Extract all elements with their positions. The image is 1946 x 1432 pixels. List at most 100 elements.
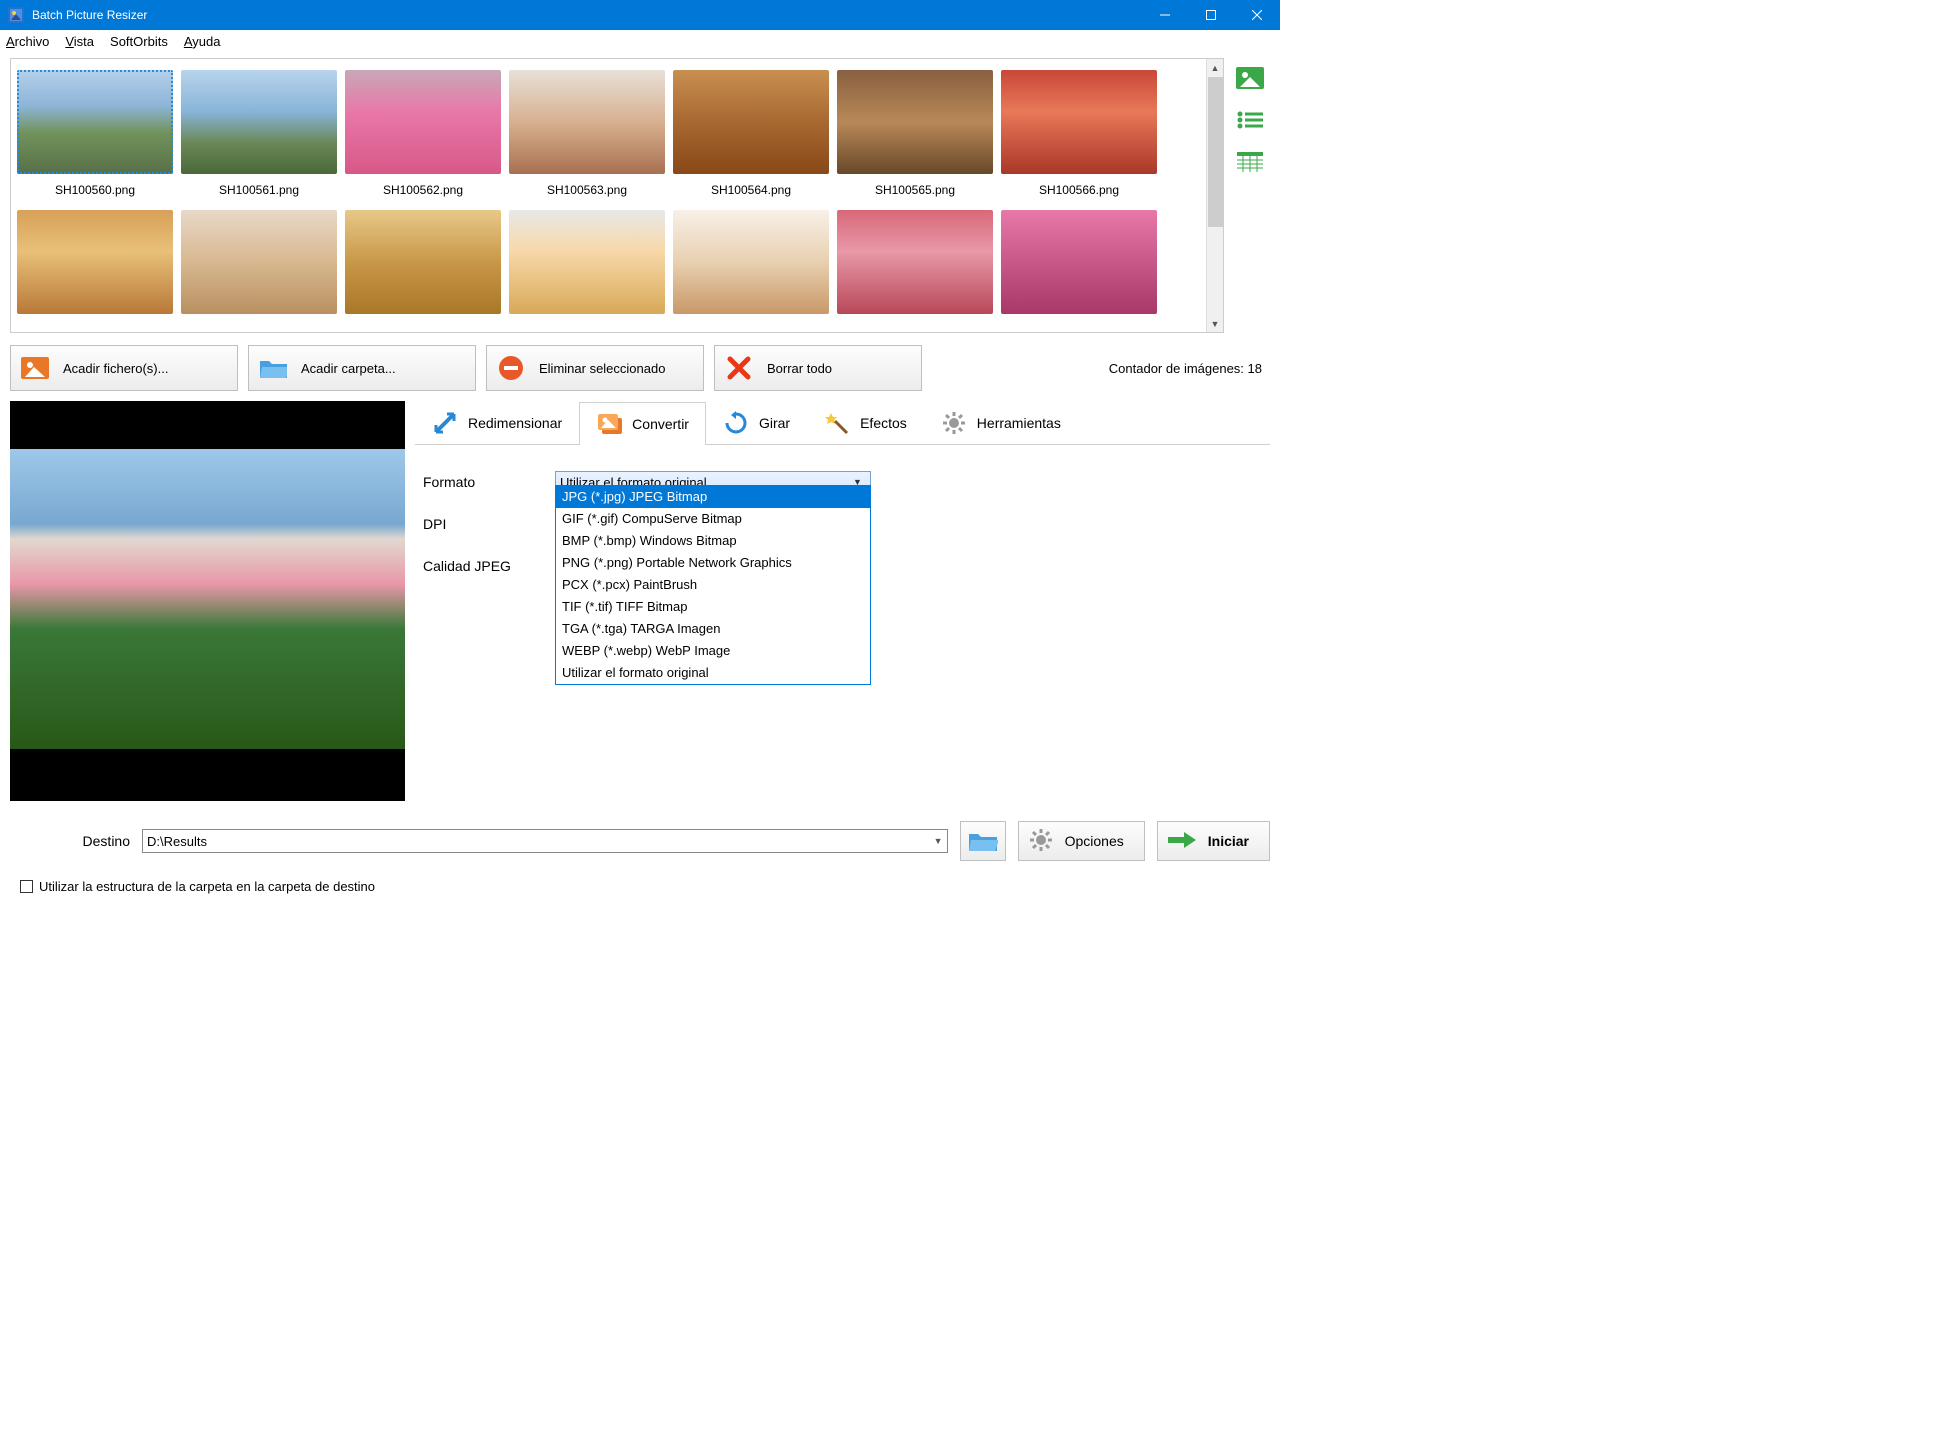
thumbnail-label: SH100565.png bbox=[875, 181, 955, 203]
convert-form: Formato Utilizar el formato original ▼ D… bbox=[415, 445, 1270, 587]
add-files-icon bbox=[21, 354, 49, 382]
thumbnail-image bbox=[837, 210, 993, 314]
menu-help[interactable]: Ayuda bbox=[184, 34, 221, 49]
thumbnail-item[interactable] bbox=[343, 203, 503, 321]
rotate-icon bbox=[723, 410, 749, 436]
tab-resize-label: Redimensionar bbox=[468, 415, 562, 431]
format-option[interactable]: TIF (*.tif) TIFF Bitmap bbox=[556, 596, 870, 618]
add-folder-label: Acadir carpeta... bbox=[301, 361, 396, 376]
use-folder-structure-checkbox[interactable] bbox=[20, 880, 33, 893]
thumbnail-panel: SH100560.png SH100561.png SH100562.png SH10… bbox=[10, 58, 1224, 333]
format-option[interactable]: BMP (*.bmp) Windows Bitmap bbox=[556, 530, 870, 552]
maximize-button[interactable] bbox=[1188, 0, 1234, 30]
thumbnail-item[interactable]: SH100561.png bbox=[179, 63, 339, 203]
tabs-panel: Redimensionar Convertir Girar Efectos He… bbox=[415, 401, 1270, 801]
add-files-label: Acadir fichero(s)... bbox=[63, 361, 168, 376]
thumbnail-item[interactable]: SH100566.png bbox=[999, 63, 1159, 203]
options-button[interactable]: Opciones bbox=[1018, 821, 1145, 861]
thumbnail-item[interactable] bbox=[999, 203, 1159, 321]
thumbnail-item[interactable] bbox=[507, 203, 667, 321]
tab-convert[interactable]: Convertir bbox=[579, 402, 706, 445]
clear-all-button[interactable]: Borrar todo bbox=[714, 345, 922, 391]
jpeg-quality-label: Calidad JPEG bbox=[423, 558, 555, 574]
scroll-up-arrow[interactable]: ▲ bbox=[1208, 59, 1223, 76]
format-option[interactable]: TGA (*.tga) TARGA Imagen bbox=[556, 618, 870, 640]
thumbnail-label: SH100561.png bbox=[219, 181, 299, 203]
thumbnail-scrollbar[interactable]: ▲ ▼ bbox=[1206, 59, 1223, 332]
clear-all-icon bbox=[725, 354, 753, 382]
gear-icon bbox=[1029, 828, 1053, 855]
thumbnail-image bbox=[181, 70, 337, 174]
minimize-button[interactable] bbox=[1142, 0, 1188, 30]
image-counter: Contador de imágenes: 18 bbox=[1109, 361, 1270, 376]
format-option[interactable]: GIF (*.gif) CompuServe Bitmap bbox=[556, 508, 870, 530]
delete-selected-label: Eliminar seleccionado bbox=[539, 361, 665, 376]
add-files-button[interactable]: Acadir fichero(s)... bbox=[10, 345, 238, 391]
view-toggles bbox=[1230, 58, 1270, 333]
thumbnail-image bbox=[17, 70, 173, 174]
thumbnail-item[interactable] bbox=[671, 203, 831, 321]
thumbnail-item[interactable]: SH100564.png bbox=[671, 63, 831, 203]
thumbnail-image bbox=[509, 210, 665, 314]
destination-label: Destino bbox=[10, 833, 130, 849]
format-dropdown[interactable]: JPG (*.jpg) JPEG BitmapGIF (*.gif) Compu… bbox=[555, 485, 871, 685]
thumbnail-image bbox=[673, 70, 829, 174]
delete-selected-button[interactable]: Eliminar seleccionado bbox=[486, 345, 704, 391]
thumbnail-item[interactable] bbox=[15, 203, 175, 321]
destination-combobox[interactable]: D:\Results ▼ bbox=[142, 829, 948, 853]
thumbnail-image bbox=[837, 70, 993, 174]
add-folder-button[interactable]: Acadir carpeta... bbox=[248, 345, 476, 391]
thumbnail-item[interactable]: SH100562.png bbox=[343, 63, 503, 203]
toolbar: Acadir fichero(s)... Acadir carpeta... E… bbox=[10, 333, 1270, 401]
thumbnail-grid[interactable]: SH100560.png SH100561.png SH100562.png SH10… bbox=[11, 59, 1206, 332]
thumbnail-item[interactable]: SH100560.png bbox=[15, 63, 175, 203]
thumbnail-label: SH100560.png bbox=[55, 181, 135, 203]
thumbnail-label: SH100562.png bbox=[383, 181, 463, 203]
tab-resize[interactable]: Redimensionar bbox=[415, 401, 579, 444]
menu-view[interactable]: Vista bbox=[65, 34, 94, 49]
add-folder-icon bbox=[259, 354, 287, 382]
scroll-thumb[interactable] bbox=[1208, 77, 1223, 227]
start-button[interactable]: Iniciar bbox=[1157, 821, 1270, 861]
thumbnail-label: SH100564.png bbox=[711, 181, 791, 203]
view-thumbnails-icon[interactable] bbox=[1235, 66, 1265, 90]
thumbnail-item[interactable]: SH100563.png bbox=[507, 63, 667, 203]
tab-effects[interactable]: Efectos bbox=[807, 401, 924, 444]
thumbnail-image bbox=[345, 210, 501, 314]
close-button[interactable] bbox=[1234, 0, 1280, 30]
format-option[interactable]: Utilizar el formato original bbox=[556, 662, 870, 684]
menubar: Archivo Vista SoftOrbits Ayuda bbox=[0, 30, 1280, 52]
view-list-icon[interactable] bbox=[1235, 108, 1265, 132]
view-details-icon[interactable] bbox=[1235, 150, 1265, 174]
menu-softorbits[interactable]: SoftOrbits bbox=[110, 34, 168, 49]
thumbnail-item[interactable] bbox=[835, 203, 995, 321]
format-option[interactable]: WEBP (*.webp) WebP Image bbox=[556, 640, 870, 662]
tab-tools[interactable]: Herramientas bbox=[924, 401, 1078, 444]
format-label: Formato bbox=[423, 474, 555, 490]
preview-image bbox=[10, 449, 405, 749]
thumbnail-item[interactable]: SH100565.png bbox=[835, 63, 995, 203]
tab-rotate-label: Girar bbox=[759, 415, 790, 431]
dpi-label: DPI bbox=[423, 516, 555, 532]
tools-icon bbox=[941, 410, 967, 436]
use-folder-structure-label: Utilizar la estructura de la carpeta en … bbox=[39, 879, 375, 894]
scroll-down-arrow[interactable]: ▼ bbox=[1207, 315, 1223, 332]
resize-icon bbox=[432, 410, 458, 436]
tab-effects-label: Efectos bbox=[860, 415, 907, 431]
effects-icon bbox=[824, 410, 850, 436]
format-option[interactable]: PCX (*.pcx) PaintBrush bbox=[556, 574, 870, 596]
format-option[interactable]: PNG (*.png) Portable Network Graphics bbox=[556, 552, 870, 574]
thumbnail-image bbox=[1001, 210, 1157, 314]
thumbnail-item[interactable] bbox=[179, 203, 339, 321]
browse-destination-button[interactable] bbox=[960, 821, 1006, 861]
chevron-down-icon: ▼ bbox=[934, 836, 943, 846]
titlebar: Batch Picture Resizer bbox=[0, 0, 1280, 30]
clear-all-label: Borrar todo bbox=[767, 361, 832, 376]
tabs: Redimensionar Convertir Girar Efectos He… bbox=[415, 401, 1270, 445]
thumbnail-image bbox=[673, 210, 829, 314]
thumbnail-image bbox=[345, 70, 501, 174]
thumbnail-image bbox=[181, 210, 337, 314]
tab-rotate[interactable]: Girar bbox=[706, 401, 807, 444]
menu-file[interactable]: Archivo bbox=[6, 34, 49, 49]
format-option[interactable]: JPG (*.jpg) JPEG Bitmap bbox=[556, 486, 870, 508]
